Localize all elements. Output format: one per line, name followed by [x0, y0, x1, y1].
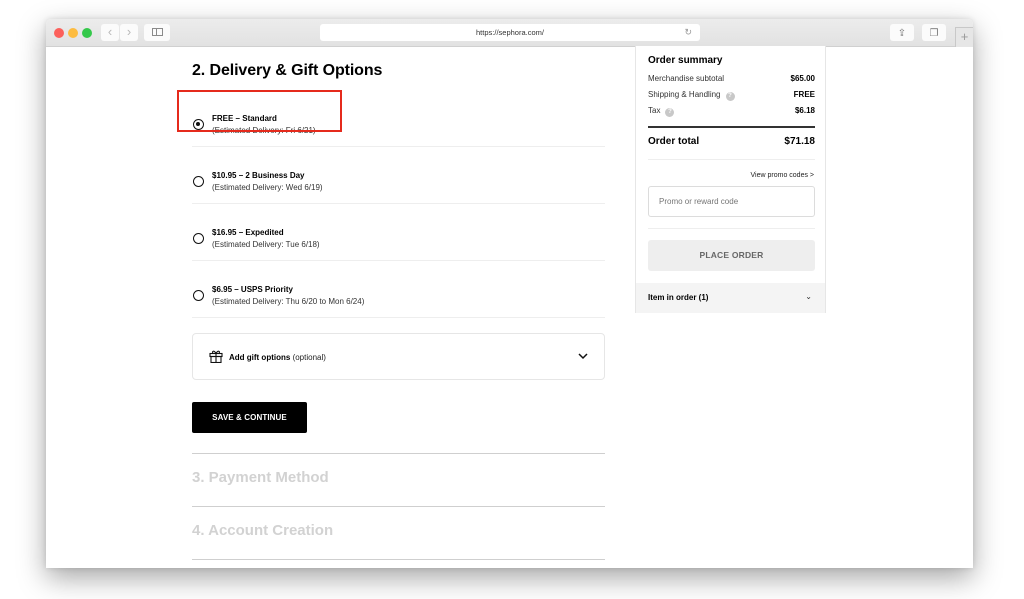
order-summary-title: Order summary — [648, 55, 723, 66]
share-button[interactable]: ⇪ — [890, 24, 914, 41]
back-button[interactable]: ‹ — [101, 24, 119, 41]
radio-button[interactable] — [193, 233, 204, 244]
share-icon: ⇪ — [897, 28, 907, 39]
chevron-down-icon: ⌄ — [805, 292, 812, 301]
gift-optional-text: (optional) — [292, 353, 326, 362]
items-in-order-label: Item in order (1) — [648, 293, 709, 302]
gift-label-text: Add gift options — [229, 353, 291, 362]
save-and-continue-button[interactable]: SAVE & CONTINUE — [192, 402, 307, 433]
address-bar[interactable]: https://sephora.com/ ↻ — [320, 24, 700, 41]
summary-label: Merchandise subtotal — [648, 74, 725, 83]
option-title: $16.95 – Expedited — [212, 228, 284, 237]
summary-label: Tax? — [648, 106, 675, 117]
help-icon[interactable]: ? — [725, 92, 735, 101]
section-title-account: 4. Account Creation — [192, 522, 334, 539]
tabs-icon: ❐ — [929, 28, 939, 39]
chevron-left-icon: ‹ — [107, 24, 113, 39]
summary-row-tax: Tax? $6.18 — [648, 106, 815, 118]
gift-options-toggle[interactable]: Add gift options (optional) — [192, 333, 605, 380]
browser-window: ‹ › https://sephora.com/ ↻ ⇪ ❐ + 2. Deli… — [46, 19, 973, 568]
option-estimate: (Estimated Delivery: Tue 6/18) — [212, 240, 320, 249]
option-estimate: (Estimated Delivery: Thu 6/20 to Mon 6/2… — [212, 297, 365, 306]
place-order-button[interactable]: PLACE ORDER — [648, 240, 815, 271]
delivery-option[interactable]: $16.95 – Expedited (Estimated Delivery: … — [192, 204, 605, 261]
summary-label: Shipping & Handling? — [648, 90, 735, 101]
view-promo-codes-link[interactable]: View promo codes > — [751, 172, 815, 179]
section-title-delivery: 2. Delivery & Gift Options — [192, 62, 383, 79]
zoom-window-button[interactable] — [82, 28, 92, 38]
sidebar-toggle-button[interactable] — [144, 24, 170, 41]
chevron-down-icon — [578, 353, 588, 360]
order-total-row: Order total $71.18 — [648, 136, 815, 147]
order-total-label: Order total — [648, 136, 700, 147]
chevron-right-icon: › — [126, 24, 132, 39]
reload-icon[interactable]: ↻ — [684, 24, 692, 41]
section-divider — [192, 559, 605, 560]
show-tabs-button[interactable]: ❐ — [922, 24, 946, 41]
summary-label-text: Shipping & Handling — [648, 90, 721, 99]
summary-divider — [648, 159, 815, 160]
selection-highlight — [177, 90, 342, 132]
section-divider — [192, 453, 605, 454]
summary-divider — [648, 228, 815, 229]
sidebar-icon — [151, 28, 163, 36]
browser-toolbar: ‹ › https://sephora.com/ ↻ ⇪ ❐ + — [46, 19, 973, 47]
order-total-value: $71.18 — [784, 136, 815, 147]
new-tab-button[interactable]: + — [955, 27, 973, 47]
delivery-option[interactable]: $6.95 – USPS Priority (Estimated Deliver… — [192, 261, 605, 318]
gift-options-label: Add gift options (optional) — [229, 353, 326, 362]
plus-icon: + — [960, 29, 969, 44]
summary-divider — [648, 126, 815, 128]
promo-code-input[interactable] — [648, 186, 815, 217]
summary-row-subtotal: Merchandise subtotal $65.00 — [648, 74, 815, 86]
option-title: $6.95 – USPS Priority — [212, 285, 293, 294]
section-divider — [192, 506, 605, 507]
forward-button[interactable]: › — [120, 24, 138, 41]
close-window-button[interactable] — [54, 28, 64, 38]
summary-row-shipping: Shipping & Handling? FREE — [648, 90, 815, 102]
radio-button[interactable] — [193, 176, 204, 187]
gift-icon — [209, 350, 223, 363]
delivery-option[interactable]: $10.95 – 2 Business Day (Estimated Deliv… — [192, 147, 605, 204]
option-title: $10.95 – 2 Business Day — [212, 171, 305, 180]
help-icon[interactable]: ? — [665, 108, 675, 117]
summary-value: $6.18 — [794, 106, 815, 115]
order-summary-panel: Order summary Merchandise subtotal $65.0… — [635, 46, 826, 313]
minimize-window-button[interactable] — [68, 28, 78, 38]
summary-value: $65.00 — [790, 74, 815, 83]
radio-button[interactable] — [193, 290, 204, 301]
section-title-payment: 3. Payment Method — [192, 469, 329, 486]
summary-label-text: Tax — [648, 106, 661, 115]
option-estimate: (Estimated Delivery: Wed 6/19) — [212, 183, 323, 192]
summary-value: FREE — [793, 90, 815, 99]
items-in-order-toggle[interactable]: Item in order (1) ⌄ — [636, 283, 825, 313]
url-text: https://sephora.com/ — [476, 28, 544, 37]
page-content: 2. Delivery & Gift Options FREE – Standa… — [46, 46, 973, 568]
